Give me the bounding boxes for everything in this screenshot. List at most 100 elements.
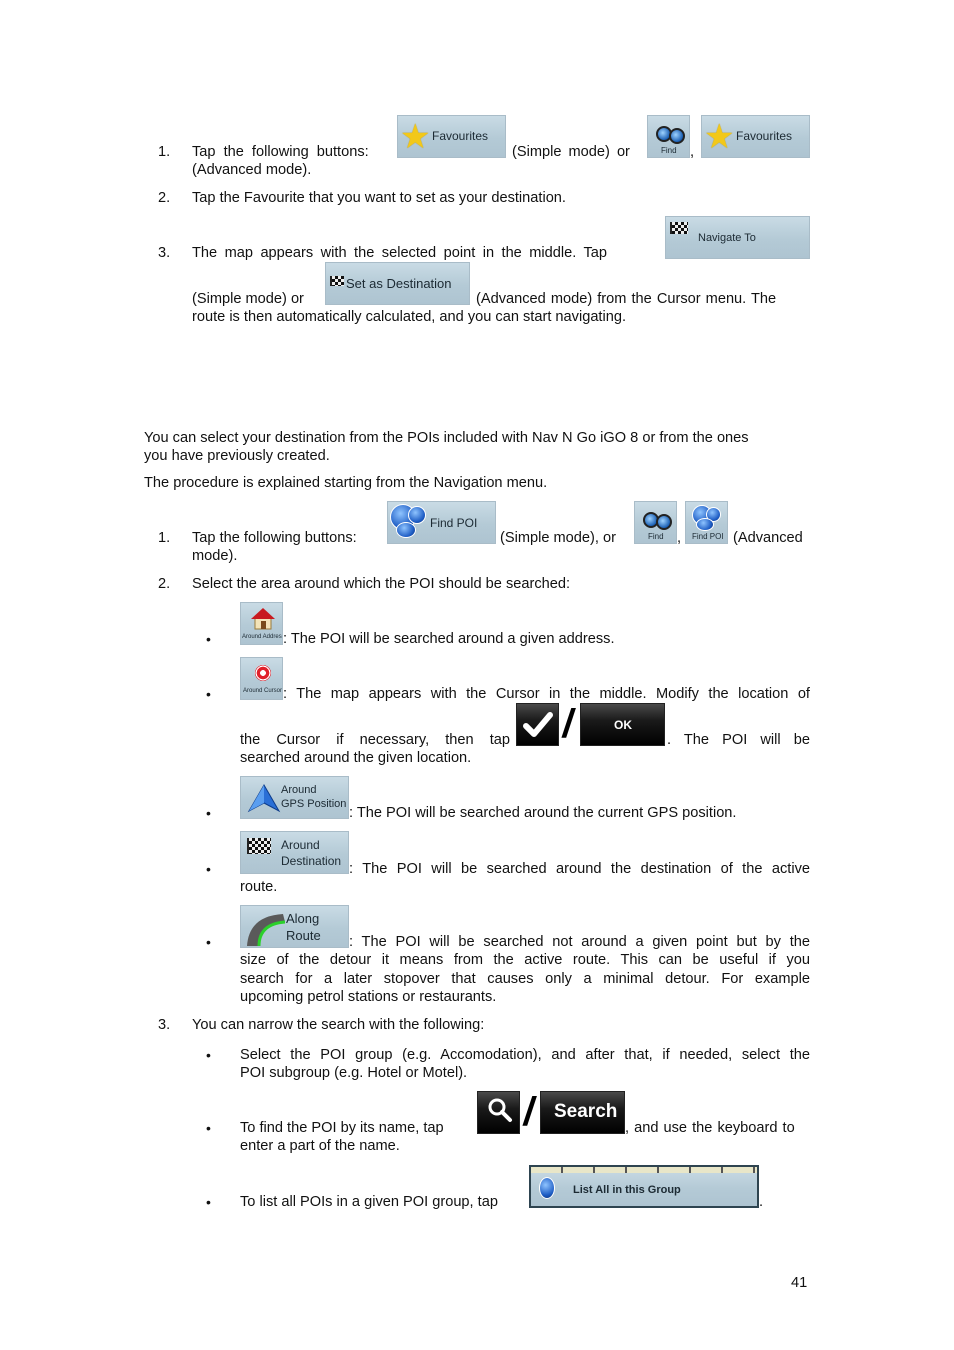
- checkmark-icon: [523, 712, 553, 737]
- option-text: enter a part of the name.: [240, 1138, 400, 1154]
- step-text: Tap the Favourite that you want to set a…: [192, 190, 566, 206]
- route-road-icon: [247, 914, 285, 946]
- button-label: Around: [281, 838, 320, 852]
- option-text: : The POI will be searched not around a …: [349, 934, 810, 950]
- set-as-destination-button[interactable]: Set as Destination: [325, 262, 470, 305]
- step-text: The map appears with the selected point …: [192, 245, 608, 261]
- step-text: Tap the following buttons:: [192, 530, 357, 546]
- step-number: 2.: [158, 190, 171, 206]
- step-text: You can narrow the search with the follo…: [192, 1017, 485, 1033]
- checkered-flag-icon: [670, 222, 688, 234]
- navigate-to-button[interactable]: Navigate To: [665, 216, 810, 259]
- option-text: route.: [240, 879, 278, 895]
- comma: ,: [690, 144, 695, 160]
- option-text: : The POI will be searched around the cu…: [349, 805, 737, 821]
- around-cursor-button[interactable]: Around Cursor: [240, 657, 283, 700]
- find-button[interactable]: Find: [647, 115, 690, 158]
- find-poi-button[interactable]: Find POI: [387, 501, 496, 544]
- house-icon: [251, 608, 275, 630]
- step-number: 3.: [158, 245, 171, 261]
- comma: ,: [677, 530, 682, 546]
- button-label: Find POI: [430, 516, 478, 530]
- option-text: : The map appears with the Cursor in the…: [283, 686, 810, 702]
- step-text: (Advanced mode).: [192, 162, 312, 178]
- poi-icon: [408, 506, 426, 524]
- poi-icon: [696, 518, 714, 531]
- step-text: (Simple mode), or: [500, 530, 616, 546]
- list-all-in-group-button[interactable]: List All in this Group: [529, 1165, 759, 1208]
- option-text: Select the POI group (e.g. Accomodation)…: [240, 1047, 810, 1063]
- button-label: Route: [286, 928, 321, 943]
- favourites-button[interactable]: ★ Favourites: [397, 115, 506, 158]
- bullet: •: [206, 805, 211, 821]
- option-text: the Cursor if necessary, then tap: [240, 732, 510, 748]
- option-text: POI subgroup (e.g. Hotel or Motel).: [240, 1065, 468, 1081]
- button-label: Along: [286, 911, 320, 926]
- step-number: 2.: [158, 576, 171, 592]
- binoculars-icon: [656, 120, 686, 144]
- bullet: •: [206, 861, 211, 877]
- step-number: 1.: [158, 530, 171, 546]
- bullet: •: [206, 631, 211, 647]
- option-text: , and use the keyboard to: [625, 1120, 795, 1136]
- option-text: searched around the given location.: [240, 750, 472, 766]
- bullet: •: [206, 1047, 211, 1063]
- step-text: Tap the following buttons:: [192, 144, 369, 160]
- binoculars-icon: [643, 506, 673, 530]
- step-number: 3.: [158, 1017, 171, 1033]
- button-label: Around Cursor: [243, 688, 283, 694]
- cursor-target-icon: [255, 665, 271, 681]
- find-poi-advanced-button[interactable]: Find POI: [685, 501, 728, 544]
- step-text: mode).: [192, 548, 238, 564]
- star-icon: ★: [704, 118, 735, 156]
- button-label: Favourites: [432, 129, 489, 143]
- gps-arrow-icon: [247, 783, 281, 813]
- bullet: •: [206, 1194, 211, 1210]
- button-label: OK: [614, 718, 632, 732]
- search-icon-button[interactable]: [477, 1091, 520, 1134]
- poi-group-icon: [539, 1177, 555, 1199]
- option-text: size of the detour it means from the act…: [240, 952, 810, 968]
- star-icon: ★: [400, 118, 431, 156]
- find-button[interactable]: Find: [634, 501, 677, 544]
- along-route-button[interactable]: Along Route: [240, 905, 349, 948]
- button-label: Around: [281, 784, 317, 796]
- period: .: [759, 1194, 764, 1210]
- tab-strip: [531, 1167, 757, 1173]
- step-text: (Simple mode) or: [512, 144, 630, 160]
- button-label: Around Address: [242, 634, 283, 640]
- button-label: List All in this Group: [573, 1184, 681, 1196]
- button-label: Navigate To: [698, 232, 756, 244]
- option-text: To find the POI by its name, tap: [240, 1120, 444, 1136]
- button-label: Find: [661, 146, 677, 155]
- button-label: Find POI: [692, 532, 724, 541]
- step-text: Select the area around which the POI sho…: [192, 576, 571, 592]
- button-label: Find: [648, 532, 664, 541]
- page-number: 41: [791, 1275, 808, 1291]
- separator: /: [520, 1090, 539, 1134]
- option-text: search for a later stopover that causes …: [240, 971, 810, 987]
- button-label: Destination: [281, 854, 342, 868]
- option-text: To list all POIs in a given POI group, t…: [240, 1194, 498, 1210]
- poi-intro: You can select your destination from the…: [144, 430, 749, 446]
- separator: /: [559, 702, 578, 746]
- ok-button[interactable]: OK: [580, 703, 665, 746]
- magnifier-icon: [488, 1098, 512, 1122]
- option-text: : The POI will be searched around a give…: [283, 631, 615, 647]
- bullet: •: [206, 686, 211, 702]
- button-label: Set as Destination: [346, 276, 452, 291]
- search-button[interactable]: Search: [540, 1091, 625, 1134]
- favourites-advanced-button[interactable]: ★ Favourites: [701, 115, 810, 158]
- step-text: (Advanced: [733, 530, 803, 546]
- step-text: (Simple mode) or: [192, 291, 304, 307]
- button-label: GPS Position: [281, 798, 347, 810]
- around-address-button[interactable]: Around Address: [240, 602, 283, 645]
- around-destination-button[interactable]: Around Destination: [240, 831, 349, 874]
- button-label: Search: [554, 1101, 618, 1122]
- poi-icon: [396, 522, 416, 538]
- around-gps-position-button[interactable]: Around GPS Position: [240, 776, 349, 819]
- poi-intro-cont: you have previously created.: [144, 448, 330, 464]
- confirm-check-button[interactable]: [516, 703, 559, 746]
- checkered-flag-icon: [247, 838, 271, 854]
- step-text: (Advanced mode) from the Cursor menu. Th…: [476, 291, 777, 307]
